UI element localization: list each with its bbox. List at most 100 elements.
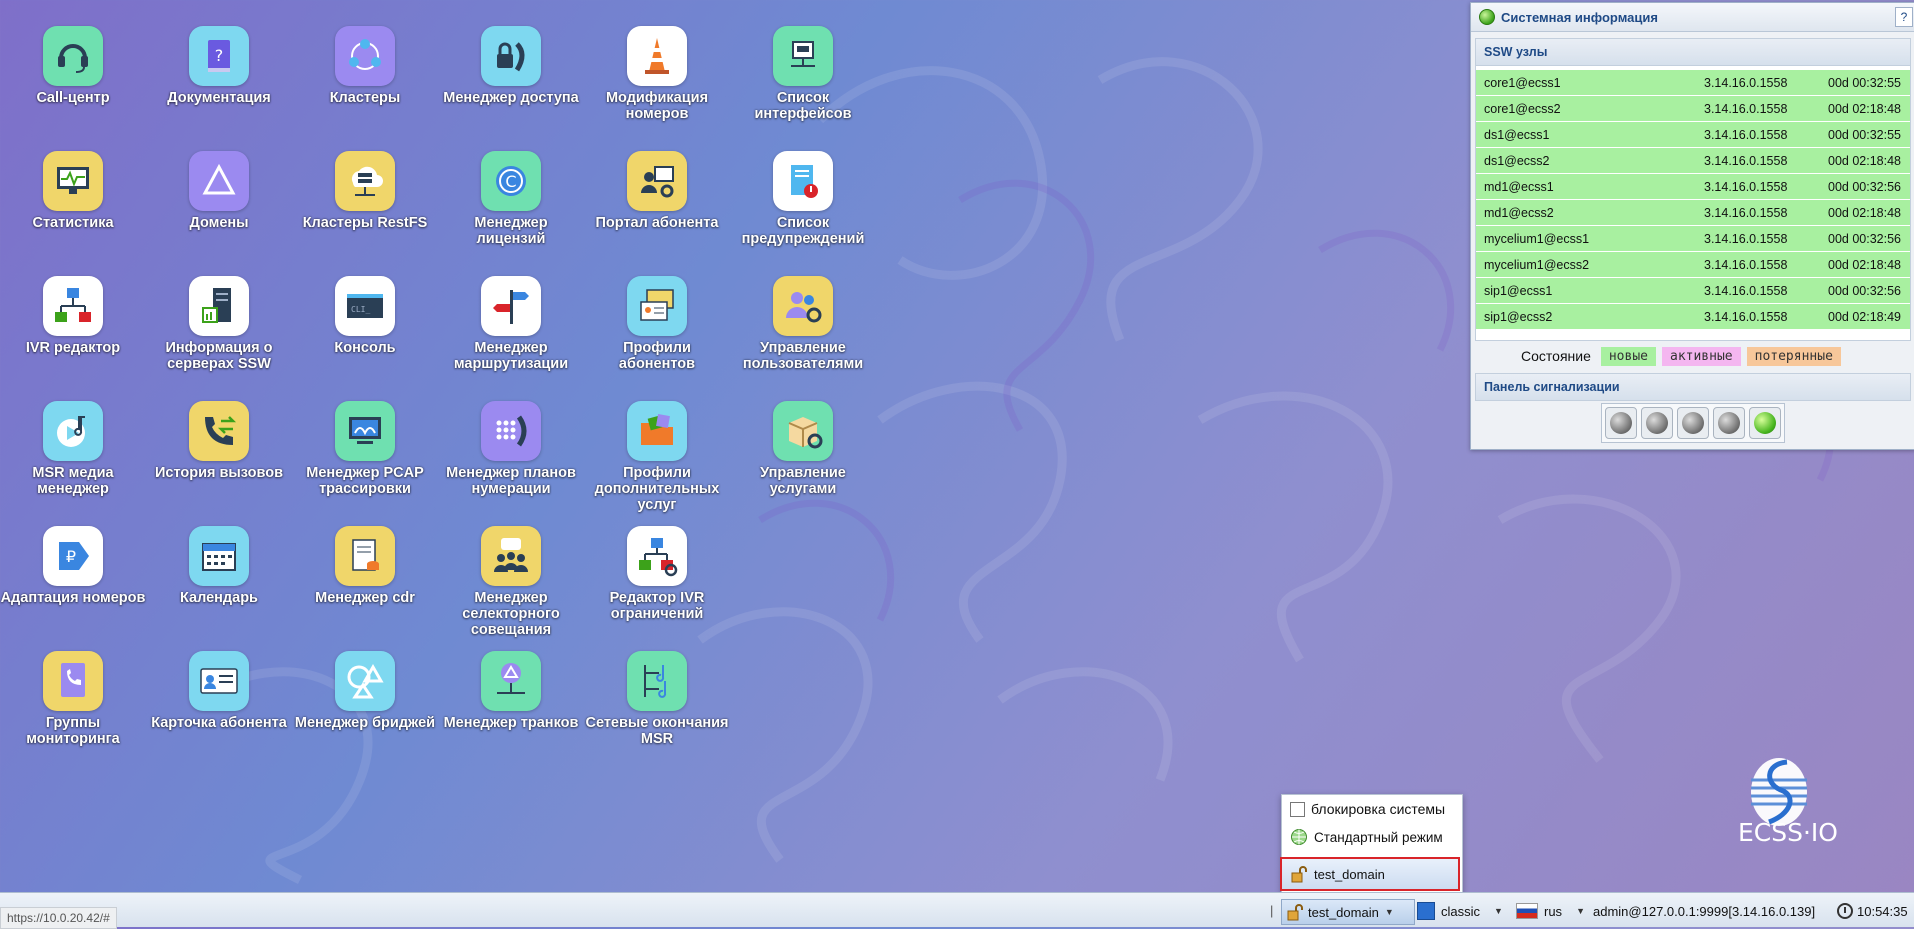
state-active-chip: активные (1662, 346, 1741, 366)
checkbox-icon[interactable] (1290, 801, 1305, 817)
desktop-icon-number-adaptation[interactable]: ₽ Адаптация номеров (0, 526, 146, 606)
clock: 10:54:35 (1837, 899, 1908, 923)
node-name: md1@ecss1 (1484, 179, 1554, 194)
node-row[interactable]: sip1@ecss2 3.14.16.0.1558 00d 02:18:49 (1476, 304, 1910, 329)
desktop-icon-trunk-manager[interactable]: Менеджер транков (438, 651, 584, 731)
desktop-icon-ivr-editor[interactable]: IVR редактор (0, 276, 146, 356)
desktop-icon-label: Список предупреждений (741, 215, 865, 247)
chevron-down-icon: ▼ (1384, 907, 1394, 917)
desktop-icon-call-history[interactable]: История вызовов (146, 401, 292, 481)
theme-selector[interactable]: classic ▼ (1417, 899, 1503, 923)
node-row[interactable]: mycelium1@ecss2 3.14.16.0.1558 00d 02:18:4… (1476, 252, 1910, 277)
desktop-icon-subscriber-portal[interactable]: Портал абонента (584, 151, 730, 231)
copyright-icon: C (481, 151, 541, 211)
desktop-icon-calendar[interactable]: Календарь (146, 526, 292, 606)
domain-label: test_domain (1308, 904, 1379, 920)
user-info[interactable]: admin@127.0.0.1:9999[3.14.16.0.139] (1593, 899, 1815, 923)
node-row[interactable]: md1@ecss2 3.14.16.0.1558 00d 02:18:48 (1476, 200, 1910, 225)
clock-icon (1837, 903, 1853, 919)
node-name: core1@ecss2 (1484, 101, 1561, 116)
domain-selector-button[interactable]: test_domain ▼ (1281, 899, 1415, 925)
desktop-icon-conference-manager[interactable]: Менеджер селекторного совещания (438, 526, 584, 638)
menu-item-system-lock[interactable]: блокировка системы (1282, 795, 1462, 823)
desktop-icon-service-management[interactable]: Управление услугами (730, 401, 876, 497)
cloud-server-icon (335, 151, 395, 211)
node-version: 3.14.16.0.1558 (1704, 75, 1788, 90)
help-button[interactable]: ? (1895, 7, 1913, 27)
alarm-lamp-1[interactable] (1605, 407, 1637, 439)
alarm-lamp-4[interactable] (1713, 407, 1745, 439)
svg-text:CLI_: CLI_ (351, 305, 370, 314)
node-row[interactable]: sip1@ecss1 3.14.16.0.1558 00d 00:32:56 (1476, 278, 1910, 303)
desktop-icon-restfs-clusters[interactable]: Кластеры RestFS (292, 151, 438, 231)
alarm-lamp-5[interactable] (1749, 407, 1781, 439)
desktop-icon-label: Менеджер cdr (315, 590, 415, 606)
node-name: md1@ecss2 (1484, 205, 1554, 220)
desktop-icon-ssw-server-info[interactable]: Информация о серверах SSW (146, 276, 292, 372)
window-title: Системная информация (1501, 9, 1658, 25)
domain-popup-menu[interactable]: блокировка системы Стандартный режим tes… (1280, 794, 1463, 894)
node-version: 3.14.16.0.1558 (1704, 153, 1788, 168)
desktop-icon-documentation[interactable]: ? Документация (146, 26, 292, 106)
alarm-lamp-3[interactable] (1677, 407, 1709, 439)
node-row[interactable]: core1@ecss2 3.14.16.0.1558 00d 02:18:48 (1476, 96, 1910, 121)
node-row[interactable]: md1@ecss1 3.14.16.0.1558 00d 00:32:56 (1476, 174, 1910, 199)
system-info-window[interactable]: Системная информация ? SSW узлы core1@ec… (1470, 2, 1914, 450)
desktop-icon-additional-services-profiles[interactable]: Профили дополнительных услуг (584, 401, 730, 513)
state-new-chip: новые (1600, 346, 1656, 366)
desktop-icon-subscriber-profiles[interactable]: Профили абонентов (584, 276, 730, 372)
users-settings-icon (773, 276, 833, 336)
desktop-icon-number-modification[interactable]: Модификация номеров (584, 26, 730, 122)
headset-icon (43, 26, 103, 86)
help-book-icon: ? (189, 26, 249, 86)
desktop-icon-console[interactable]: CLI_ Консоль (292, 276, 438, 356)
calendar-icon (189, 526, 249, 586)
desktop-icon-msr-network-endpoints[interactable]: Сетевые окончания MSR (584, 651, 730, 747)
desktop-icon-user-management[interactable]: Управление пользователями (730, 276, 876, 372)
menu-item-label: блокировка системы (1311, 801, 1446, 817)
node-row[interactable]: core1@ecss1 3.14.16.0.1558 00d 00:32:55 (1476, 70, 1910, 95)
node-row[interactable]: ds1@ecss1 3.14.16.0.1558 00d 00:32:55 (1476, 122, 1910, 147)
desktop-icon-routing-manager[interactable]: Менеджер маршрутизации (438, 276, 584, 372)
network-endpoints-icon (627, 651, 687, 711)
taskbar: https://10.0.20.42/# | test_domain ▼ cla… (0, 892, 1914, 929)
desktop-icon-call-center[interactable]: Call-центр (0, 26, 146, 106)
desktop-icon-interface-list[interactable]: Список интерфейсов (730, 26, 876, 122)
node-version: 3.14.16.0.1558 (1704, 205, 1788, 220)
desktop-icon-pcap-trace-manager[interactable]: Менеджер PCAP трассировки (292, 401, 438, 497)
ssw-nodes-list[interactable]: core1@ecss1 3.14.16.0.1558 00d 00:32:55 co… (1475, 66, 1911, 341)
desktop-icon-numbering-plans-manager[interactable]: Менеджер планов нумерации (438, 401, 584, 497)
desktop-icon-monitoring-groups[interactable]: Группы мониторинга (0, 651, 146, 747)
user-label: admin@127.0.0.1:9999[3.14.16.0.139] (1593, 903, 1816, 919)
desktop-icon-label: Менеджер доступа (443, 90, 579, 106)
desktop-icon-label: Консоль (334, 340, 396, 356)
desktop-icon-clusters[interactable]: Кластеры (292, 26, 438, 106)
desktop-icon-label: Карточка абонента (151, 715, 287, 731)
desktop-icon-label: Менеджер селекторного совещания (462, 590, 560, 638)
desktop-icon-subscriber-card[interactable]: Карточка абонента (146, 651, 292, 731)
desktop-icon-ivr-restrictions-editor[interactable]: Редактор IVR ограничений (584, 526, 730, 622)
signpost-icon (481, 276, 541, 336)
menu-item-standard-mode[interactable]: Стандартный режим (1282, 823, 1462, 851)
alarm-lamp-2[interactable] (1641, 407, 1673, 439)
desktop-icon-domains[interactable]: Домены (146, 151, 292, 231)
server-info-icon (189, 276, 249, 336)
desktop-icon-access-manager[interactable]: Менеджер доступа (438, 26, 584, 106)
node-uptime: 00d 00:32:55 (1828, 127, 1901, 142)
node-row[interactable]: ds1@ecss2 3.14.16.0.1558 00d 02:18:48 (1476, 148, 1910, 173)
desktop-icon-bridge-manager[interactable]: Менеджер бриджей (292, 651, 438, 731)
desktop-icon-msr-media-manager[interactable]: MSR медиа менеджер (0, 401, 146, 497)
dialpad-icon (481, 401, 541, 461)
node-row[interactable]: mycelium1@ecss1 3.14.16.0.1558 00d 00:32:5… (1476, 226, 1910, 251)
desktop-icon-statistics[interactable]: Статистика (0, 151, 146, 231)
menu-item-test-domain[interactable]: test_domain (1280, 857, 1460, 891)
desktop-icon-license-manager[interactable]: C Менеджер лицензий (438, 151, 584, 247)
theme-icon (1417, 902, 1435, 920)
conference-icon (481, 526, 541, 586)
window-titlebar[interactable]: Системная информация (1471, 3, 1914, 32)
ssw-nodes-header: SSW узлы (1475, 38, 1911, 66)
desktop-icon-warnings-list[interactable]: Список предупреждений (730, 151, 876, 247)
monitor-graph-icon (43, 151, 103, 211)
desktop-icon-cdr-manager[interactable]: Менеджер cdr (292, 526, 438, 606)
language-selector[interactable]: rus ▼ (1516, 899, 1585, 923)
